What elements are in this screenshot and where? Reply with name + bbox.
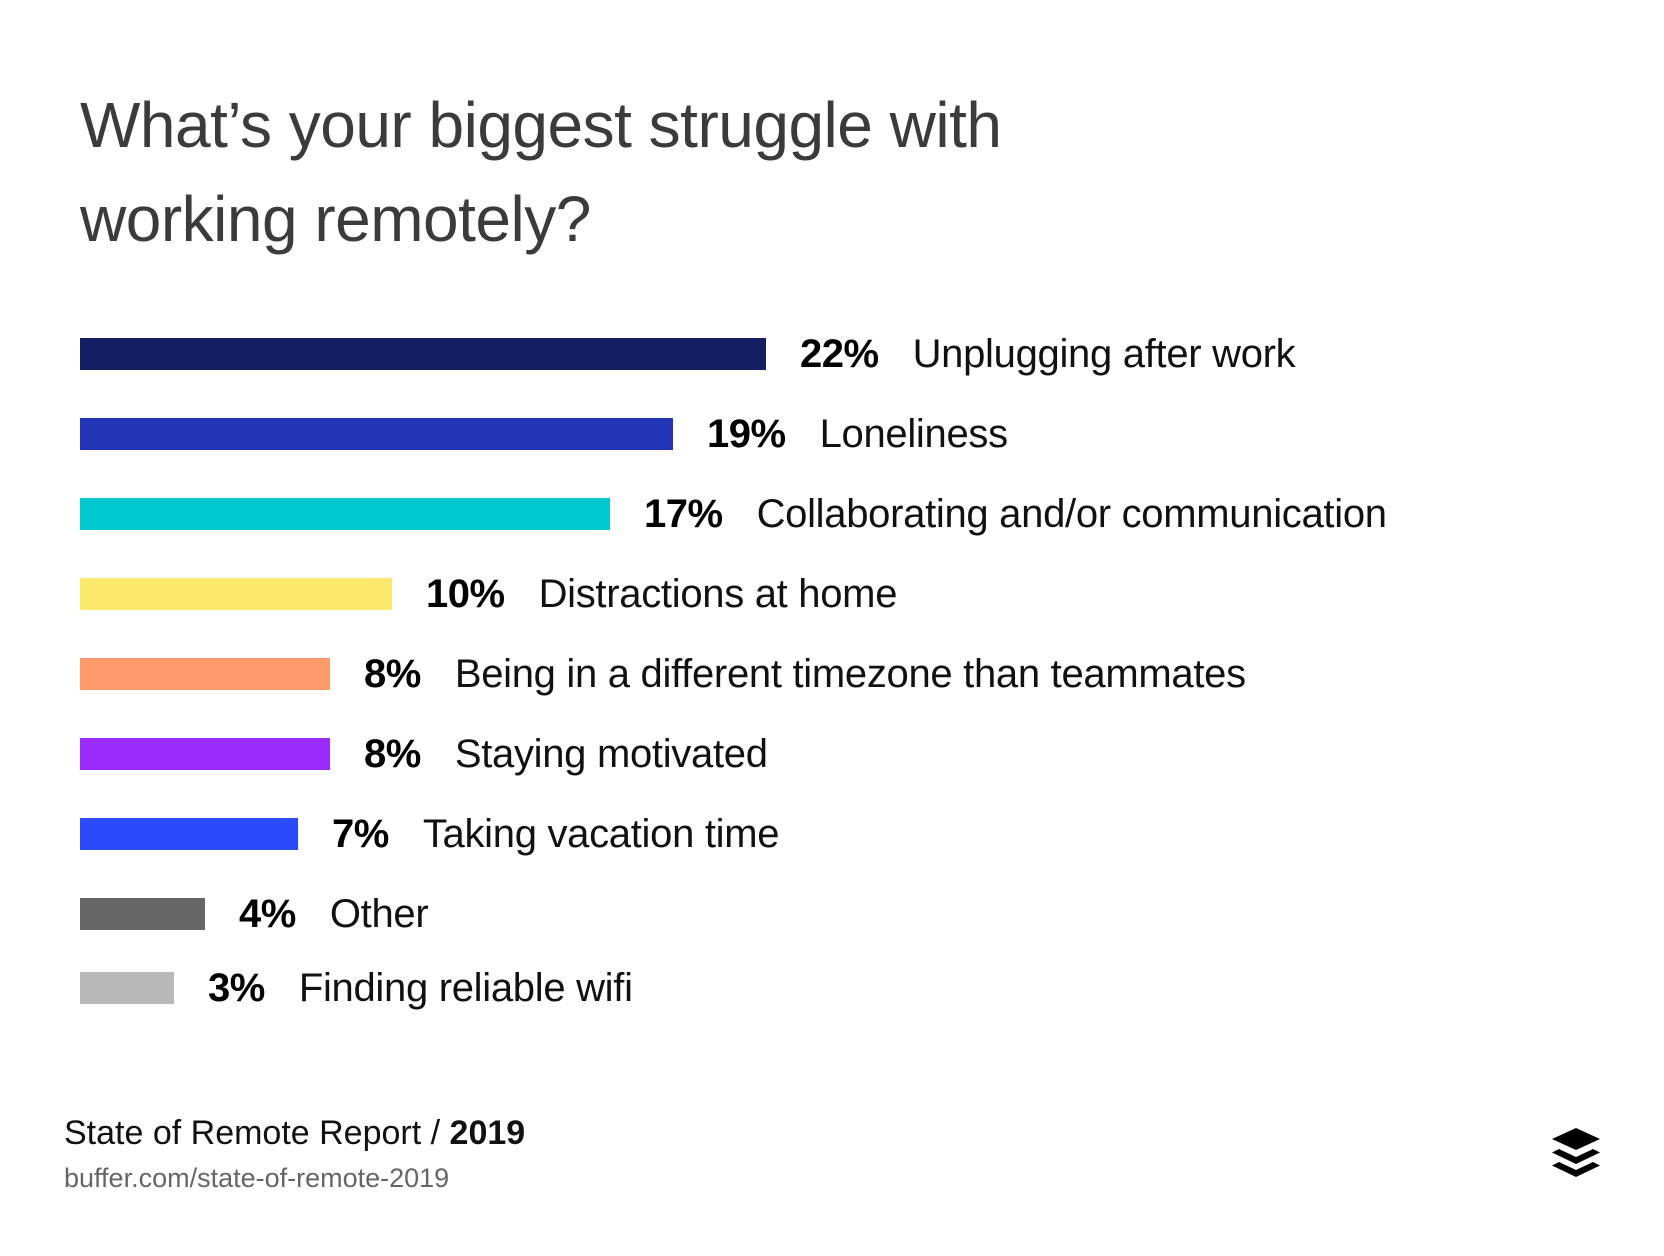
bar-value-label: 22% [800, 331, 879, 376]
report-year: 2019 [449, 1114, 526, 1152]
bar-category-label: Staying motivated [454, 731, 768, 776]
bar-value-label: 8% [364, 651, 421, 696]
bar [80, 338, 766, 370]
bar-row: 19% Loneliness [80, 412, 1008, 456]
bar-category-label: Other [329, 891, 429, 936]
buffer-stack-icon [1552, 1128, 1600, 1177]
bar-row: 7% Taking vacation time [80, 812, 780, 856]
bar-row: 22% Unplugging after work [80, 332, 1296, 376]
bar-chart: 22% Unplugging after work 19% Loneliness 17%… [0, 0, 1664, 1256]
bar-value-label: 17% [644, 491, 723, 536]
bar-row: 8% Being in a different timezone than tea… [80, 652, 1246, 696]
bar-row: 17% Collaborating and/or communication [80, 492, 1387, 536]
bar-category-label: Unplugging after work [912, 331, 1296, 376]
bar [80, 898, 205, 930]
bar-category-label: Taking vacation time [422, 811, 780, 856]
bar [80, 972, 174, 1004]
report-name: State of Remote Report / 2019 [64, 1114, 525, 1153]
bar-row: 3% Finding reliable wifi [80, 966, 633, 1010]
bar-value-label: 19% [707, 411, 786, 456]
bar-value-label: 4% [239, 891, 296, 936]
bar-category-label: Finding reliable wifi [298, 965, 633, 1010]
bar-category-label: Being in a different timezone than teamm… [454, 651, 1246, 696]
report-url[interactable]: buffer.com/state-of-remote-2019 [64, 1163, 449, 1194]
bar-value-label: 3% [208, 965, 265, 1010]
bar [80, 498, 610, 530]
bar-row: 8% Staying motivated [80, 732, 768, 776]
bar [80, 578, 392, 610]
bar-value-label: 10% [426, 571, 505, 616]
bar [80, 418, 673, 450]
bar-row: 10% Distractions at home [80, 572, 897, 616]
bar-value-label: 8% [364, 731, 421, 776]
bar-category-label: Loneliness [819, 411, 1009, 456]
bar-value-label: 7% [332, 811, 389, 856]
bar [80, 818, 298, 850]
bar [80, 658, 330, 690]
report-name-text: State of Remote Report / [64, 1114, 441, 1152]
bar-row: 4% Other [80, 892, 429, 936]
bar-category-label: Collaborating and/or communication [756, 491, 1387, 536]
bar-category-label: Distractions at home [538, 571, 898, 616]
bar [80, 738, 330, 770]
